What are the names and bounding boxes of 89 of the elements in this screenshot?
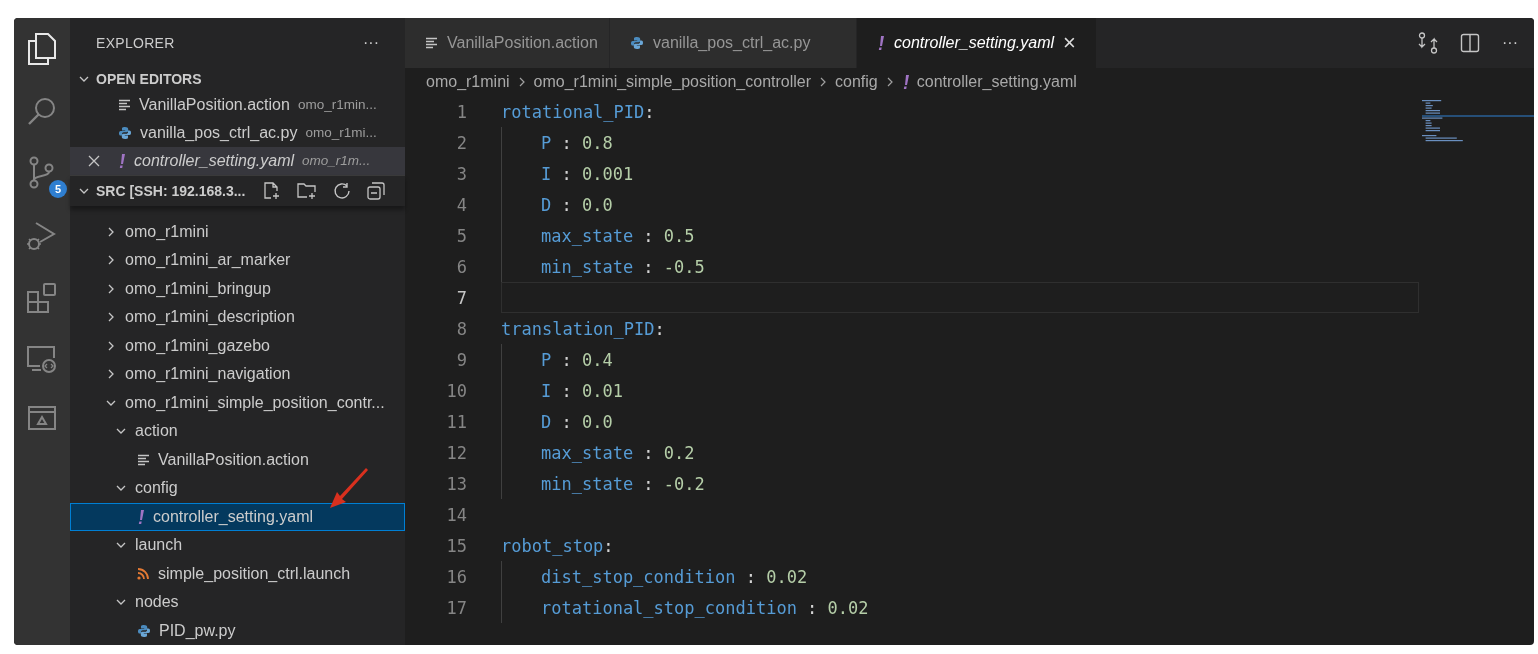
folder-item[interactable]: omo_r1mini_description (70, 303, 405, 332)
explorer-title: EXPLORER (96, 34, 175, 51)
line-number: 9 (455, 349, 467, 370)
window-icon[interactable] (27, 404, 57, 432)
close-icon[interactable] (88, 154, 100, 167)
more-actions-button[interactable]: ··· (363, 33, 379, 52)
file-item[interactable]: VanillaPosition.action (70, 445, 405, 474)
collapse-all-icon[interactable] (367, 181, 386, 200)
code-line: min_state : -0.5 (541, 256, 705, 277)
exclamation-icon (901, 74, 910, 90)
line-number: 14 (445, 504, 467, 525)
breadcrumb-item[interactable]: controller_setting.yaml (916, 73, 1077, 91)
breadcrumb-item[interactable]: config (835, 73, 878, 91)
line-number: 4 (455, 194, 467, 215)
files-icon[interactable] (27, 32, 57, 66)
rss-icon (137, 567, 150, 581)
line-number: 17 (445, 597, 467, 618)
line-number: 15 (445, 535, 467, 556)
code-line: max_state : 0.2 (541, 442, 695, 463)
line-number: 5 (455, 225, 467, 246)
file-item[interactable]: simple_position_ctrl.launch (70, 559, 405, 588)
folder-item[interactable]: omo_r1mini_ar_marker (70, 246, 405, 275)
folder-item[interactable]: omo_r1mini (70, 217, 405, 246)
line-number: 3 (455, 163, 467, 184)
line-number: 6 (455, 256, 467, 277)
split-editor-icon[interactable] (1460, 33, 1480, 53)
breadcrumb-item[interactable]: omo_r1mini_simple_position_controller (533, 73, 812, 91)
code-line: max_state : 0.5 (541, 225, 695, 246)
code-line: D : 0.0 (541, 411, 613, 432)
section-header[interactable]: OPEN EDITORS (70, 67, 405, 91)
python-icon (118, 125, 132, 140)
line-number: 10 (445, 380, 467, 401)
python-icon (630, 36, 644, 50)
editor-tab[interactable]: controller_setting.yaml × (857, 18, 1097, 68)
folder-item[interactable]: omo_r1mini_bringup (70, 274, 405, 303)
breadcrumb-item[interactable]: omo_r1mini (426, 73, 510, 91)
count-badge: 5 (49, 180, 67, 198)
lines-icon (137, 453, 150, 466)
code-line: P : 0.4 (541, 349, 613, 370)
editor-tab[interactable]: vanilla_pos_ctrl_ac.py (610, 18, 857, 68)
file-item[interactable]: PID_pw.py (70, 616, 405, 645)
line-number: 2 (455, 132, 467, 153)
compare-changes-icon[interactable] (1418, 32, 1438, 54)
search-icon[interactable] (27, 96, 57, 126)
line-number: 11 (445, 411, 467, 432)
new-folder-icon[interactable] (297, 181, 318, 200)
lines-icon (118, 98, 131, 111)
code-line: min_state : -0.2 (541, 473, 705, 494)
folder-item[interactable]: omo_r1mini_simple_position_contr... (70, 388, 405, 417)
exclamation-icon (877, 35, 885, 51)
run-debug-icon[interactable] (26, 220, 58, 252)
code-line: I : 0.01 (541, 380, 623, 401)
file-item[interactable]: controller_setting.yaml (70, 502, 405, 531)
code-line: I : 0.001 (541, 163, 634, 184)
new-file-icon[interactable] (263, 181, 282, 200)
section-header[interactable]: SRC [SSH: 192.168.3... (70, 174, 405, 206)
line-number: 12 (445, 442, 467, 463)
editor-tab[interactable]: VanillaPosition.action (405, 18, 610, 68)
pointer-arrow (328, 466, 368, 510)
more-actions-button[interactable]: ··· (1502, 34, 1518, 52)
python-icon (137, 623, 151, 638)
line-number: 13 (445, 473, 467, 494)
exclamation-icon (118, 152, 126, 169)
folder-item[interactable]: omo_r1mini_navigation (70, 360, 405, 389)
folder-item[interactable]: config (70, 474, 405, 503)
code-line: robot_stop: (501, 535, 614, 556)
code-line: rotational_stop_condition : 0.02 (541, 597, 869, 618)
open-editor-item[interactable]: controller_setting.yaml omo_r1m... (70, 146, 405, 175)
code-line: D : 0.0 (541, 194, 613, 215)
remote-monitor-icon[interactable] (26, 344, 58, 374)
line-number: 7 (455, 287, 467, 308)
close-icon[interactable]: × (1063, 30, 1076, 56)
code-line: translation_PID: (501, 318, 665, 339)
open-editor-item[interactable]: VanillaPosition.action omo_r1min... (70, 90, 405, 119)
lines-icon (425, 37, 438, 49)
folder-item[interactable]: launch (70, 531, 405, 560)
folder-item[interactable]: action (70, 417, 405, 446)
folder-item[interactable]: nodes (70, 588, 405, 617)
line-number: 1 (455, 101, 467, 122)
refresh-icon[interactable] (333, 181, 352, 200)
line-number: 8 (455, 318, 467, 339)
extensions-icon[interactable] (26, 282, 58, 314)
code-line: P : 0.8 (541, 132, 613, 153)
folder-item[interactable]: omo_r1mini_gazebo (70, 331, 405, 360)
code-line: rotational_PID: (501, 101, 655, 122)
exclamation-icon (137, 508, 145, 525)
line-number: 16 (445, 566, 467, 587)
open-editor-item[interactable]: vanilla_pos_ctrl_ac.py omo_r1mi... (70, 118, 405, 147)
code-line: dist_stop_condition : 0.02 (541, 566, 808, 587)
